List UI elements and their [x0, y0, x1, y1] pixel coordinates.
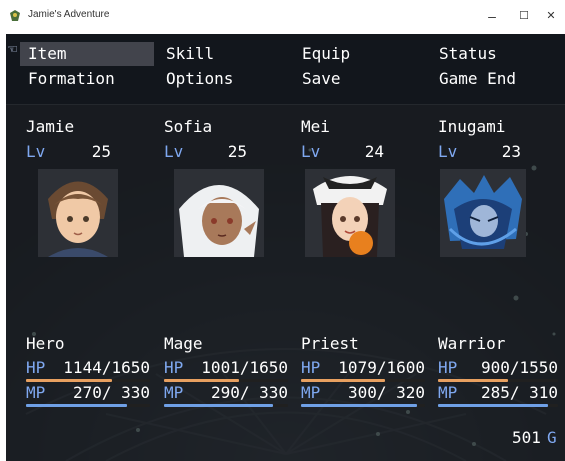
- party-member-inugami[interactable]: Inugami Lv 23 Warrior HP 900/1550 MP 285…: [438, 105, 565, 461]
- hp-gauge: [26, 379, 112, 382]
- level-value: 24: [364, 142, 384, 161]
- mp-value: 285/ 310: [480, 383, 558, 402]
- member-name: Sofia: [164, 117, 213, 136]
- command-save[interactable]: Save: [294, 67, 424, 91]
- mp-value: 290/ 330: [210, 383, 288, 402]
- window-title: Jamie's Adventure: [28, 9, 110, 20]
- hp-value: 1079/1600: [338, 358, 425, 377]
- party-status-window: Jamie Lv 25 Hero HP 1144/1650 MP 270/ 33…: [6, 105, 565, 461]
- member-name: Mei: [301, 117, 330, 136]
- mp-label: MP: [164, 383, 184, 402]
- member-class: Hero: [26, 334, 65, 353]
- hp-gauge: [164, 379, 239, 382]
- hp-gauge: [438, 379, 508, 382]
- close-button[interactable]: ✕: [537, 6, 565, 26]
- gold-amount: 501: [512, 428, 541, 447]
- party-member-jamie[interactable]: Jamie Lv 25 Hero HP 1144/1650 MP 270/ 33…: [26, 105, 158, 461]
- command-game-end[interactable]: Game End: [431, 67, 561, 91]
- level-value: 25: [91, 142, 111, 161]
- window-titlebar: Jamie's Adventure – ☐ ✕: [0, 0, 565, 33]
- mp-gauge: [438, 404, 548, 407]
- level-value: 25: [227, 142, 247, 161]
- level-label: Lv: [301, 142, 321, 161]
- level-label: Lv: [438, 142, 458, 161]
- party-member-mei[interactable]: Mei Lv 24 Priest HP 1079/1600 MP 300/ 32…: [301, 105, 433, 461]
- command-formation[interactable]: Formation: [20, 67, 154, 91]
- game-screen: ☜ Item Skill Equip Status Formation Opti…: [6, 34, 565, 461]
- hp-value: 1144/1650: [63, 358, 150, 377]
- app-icon: [10, 10, 20, 21]
- command-skill[interactable]: Skill: [158, 42, 288, 66]
- minimize-button[interactable]: –: [478, 6, 506, 26]
- hp-label: HP: [301, 358, 321, 377]
- hp-value: 1001/1650: [201, 358, 288, 377]
- sofia-portrait: [174, 169, 264, 257]
- hp-label: HP: [438, 358, 458, 377]
- cursor-hand-icon: ☜: [8, 40, 18, 58]
- level-label: Lv: [164, 142, 184, 161]
- maximize-button[interactable]: ☐: [510, 6, 538, 26]
- mp-label: MP: [26, 383, 46, 402]
- member-class: Warrior: [438, 334, 506, 353]
- mp-gauge: [164, 404, 273, 407]
- gold-unit: G: [547, 428, 557, 447]
- command-item[interactable]: Item: [20, 42, 154, 66]
- mei-portrait: [305, 169, 395, 257]
- hp-label: HP: [164, 358, 184, 377]
- party-member-sofia[interactable]: Sofia Lv 25 Mage HP 1001/1650 MP 290/ 33…: [164, 105, 296, 461]
- inugami-portrait: [440, 169, 526, 257]
- level-value: 23: [501, 142, 521, 161]
- member-class: Mage: [164, 334, 203, 353]
- hp-value: 900/1550: [480, 358, 558, 377]
- command-status[interactable]: Status: [431, 42, 561, 66]
- mp-gauge: [26, 404, 127, 407]
- hp-gauge: [301, 379, 385, 382]
- mp-label: MP: [301, 383, 321, 402]
- command-options[interactable]: Options: [158, 67, 288, 91]
- command-equip[interactable]: Equip: [294, 42, 424, 66]
- member-name: Inugami: [438, 117, 506, 136]
- mp-label: MP: [438, 383, 458, 402]
- mp-value: 300/ 320: [347, 383, 425, 402]
- hp-label: HP: [26, 358, 46, 377]
- mp-value: 270/ 330: [72, 383, 150, 402]
- member-class: Priest: [301, 334, 359, 353]
- mp-gauge: [301, 404, 417, 407]
- level-label: Lv: [26, 142, 46, 161]
- member-name: Jamie: [26, 117, 75, 136]
- jamie-portrait: [38, 169, 118, 257]
- command-window: ☜ Item Skill Equip Status Formation Opti…: [6, 34, 565, 105]
